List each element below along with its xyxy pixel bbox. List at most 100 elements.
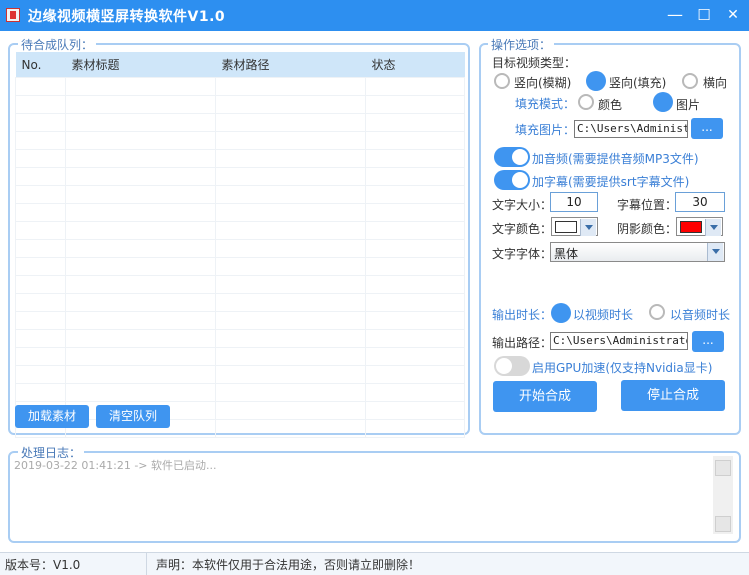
add-audio-toggle[interactable] bbox=[494, 147, 530, 167]
radio-video-duration[interactable] bbox=[551, 303, 571, 323]
title-bar: 边缘视频横竖屏转换软件V1.0 — ☐ ✕ bbox=[0, 0, 749, 31]
queue-empty-cell bbox=[15, 77, 66, 96]
column-header-title[interactable]: 素材标题 bbox=[65, 52, 216, 78]
radio-vertical-blur[interactable] bbox=[494, 73, 510, 89]
radio-vertical-blur-label[interactable]: 竖向(模糊) bbox=[514, 74, 571, 91]
queue-empty-row bbox=[15, 149, 465, 168]
start-compose-button[interactable]: 开始合成 bbox=[493, 381, 597, 412]
options-group-label: 操作选项： bbox=[488, 36, 555, 53]
queue-empty-cell bbox=[215, 257, 366, 276]
queue-empty-cell bbox=[215, 95, 366, 114]
radio-video-duration-label[interactable]: 以视频时长 bbox=[573, 306, 633, 323]
queue-table[interactable]: No. 素材标题 素材路径 状态 bbox=[15, 52, 465, 438]
radio-fill-color[interactable] bbox=[578, 94, 594, 110]
queue-empty-cell bbox=[15, 185, 66, 204]
text-color-label: 文字颜色： bbox=[492, 222, 553, 236]
queue-empty-cell bbox=[65, 131, 216, 150]
load-material-button[interactable]: 加载素材 bbox=[15, 405, 89, 428]
queue-empty-cell bbox=[65, 149, 216, 168]
notice-text: 声明：本软件仅用于合法用途，否则请立即删除！ bbox=[156, 558, 421, 572]
queue-empty-cell bbox=[215, 365, 366, 384]
queue-empty-cell bbox=[215, 293, 366, 312]
radio-audio-duration[interactable] bbox=[649, 304, 665, 320]
queue-empty-cell bbox=[15, 311, 66, 330]
gpu-label[interactable]: 启用GPU加速(仅支持Nvidia显卡) bbox=[532, 359, 712, 376]
queue-empty-cell bbox=[215, 167, 366, 186]
queue-empty-cell bbox=[215, 329, 366, 348]
queue-empty-cell bbox=[365, 149, 465, 168]
queue-empty-cell bbox=[65, 293, 216, 312]
fill-mode-label: 填充模式： bbox=[515, 97, 576, 111]
column-header-path[interactable]: 素材路径 bbox=[215, 52, 366, 78]
queue-empty-row bbox=[15, 275, 465, 294]
minimize-button[interactable]: — bbox=[664, 5, 686, 25]
text-color-picker[interactable] bbox=[551, 217, 598, 236]
output-path-input[interactable]: C:\Users\Administrator bbox=[550, 332, 688, 350]
target-type-label: 目标视频类型： bbox=[492, 56, 577, 70]
queue-empty-cell bbox=[15, 239, 66, 258]
maximize-button[interactable]: ☐ bbox=[693, 5, 715, 25]
queue-empty-cell bbox=[215, 347, 366, 366]
queue-empty-cell bbox=[65, 221, 216, 240]
queue-empty-cell bbox=[365, 221, 465, 240]
queue-empty-cell bbox=[65, 77, 216, 96]
subtitle-position-label: 字幕位置： bbox=[617, 198, 678, 212]
queue-empty-cell bbox=[215, 203, 366, 222]
font-select[interactable]: 黑体 bbox=[550, 242, 725, 262]
queue-empty-cell bbox=[65, 203, 216, 222]
radio-vertical-fill[interactable] bbox=[586, 71, 606, 91]
queue-empty-cell bbox=[65, 329, 216, 348]
font-size-input[interactable]: 10 bbox=[550, 192, 598, 212]
queue-empty-row bbox=[15, 293, 465, 312]
scroll-down-icon[interactable] bbox=[715, 516, 731, 532]
queue-empty-cell bbox=[365, 329, 465, 348]
queue-empty-row bbox=[15, 77, 465, 96]
queue-empty-cell bbox=[65, 239, 216, 258]
radio-fill-image[interactable] bbox=[653, 92, 673, 112]
fill-image-label: 填充图片： bbox=[515, 123, 576, 137]
queue-empty-cell bbox=[365, 239, 465, 258]
radio-vertical-fill-label[interactable]: 竖向(填充) bbox=[609, 74, 666, 91]
column-header-status[interactable]: 状态 bbox=[365, 52, 465, 78]
queue-empty-cell bbox=[65, 95, 216, 114]
gpu-toggle[interactable] bbox=[494, 356, 530, 376]
log-entry: 2019-03-22 01:41:21 -> 软件已启动... bbox=[14, 459, 217, 472]
queue-empty-row bbox=[15, 95, 465, 114]
radio-audio-duration-label[interactable]: 以音频时长 bbox=[670, 306, 730, 323]
queue-empty-cell bbox=[65, 167, 216, 186]
queue-empty-cell bbox=[65, 113, 216, 132]
queue-empty-cell bbox=[215, 239, 366, 258]
column-header-no[interactable]: No. bbox=[15, 52, 66, 78]
queue-empty-cell bbox=[15, 365, 66, 384]
shadow-color-picker[interactable] bbox=[676, 217, 723, 236]
fill-image-browse-button[interactable]: ... bbox=[691, 118, 723, 139]
queue-empty-cell bbox=[215, 185, 366, 204]
queue-table-body bbox=[15, 77, 465, 438]
queue-empty-cell bbox=[65, 185, 216, 204]
close-button[interactable]: ✕ bbox=[722, 5, 744, 25]
radio-horizontal-label[interactable]: 横向 bbox=[703, 74, 727, 91]
add-audio-label[interactable]: 加音频(需要提供音频MP3文件) bbox=[532, 150, 699, 167]
radio-fill-image-label[interactable]: 图片 bbox=[676, 96, 700, 113]
radio-fill-color-label[interactable]: 颜色 bbox=[598, 96, 622, 113]
queue-empty-cell bbox=[15, 275, 66, 294]
queue-empty-cell bbox=[365, 167, 465, 186]
queue-empty-row bbox=[15, 167, 465, 186]
queue-empty-cell bbox=[15, 221, 66, 240]
stop-compose-button[interactable]: 停止合成 bbox=[621, 380, 725, 411]
queue-empty-cell bbox=[65, 365, 216, 384]
queue-empty-cell bbox=[15, 131, 66, 150]
fill-image-path-input[interactable]: C:\Users\Administr bbox=[574, 120, 688, 138]
scroll-up-icon[interactable] bbox=[715, 460, 731, 476]
subtitle-position-input[interactable]: 30 bbox=[675, 192, 725, 212]
queue-empty-cell bbox=[15, 203, 66, 222]
add-subtitle-toggle[interactable] bbox=[494, 170, 530, 190]
queue-empty-row bbox=[15, 131, 465, 150]
queue-table-header: No. 素材标题 素材路径 状态 bbox=[15, 52, 465, 78]
log-scrollbar[interactable] bbox=[713, 456, 733, 534]
clear-queue-button[interactable]: 清空队列 bbox=[96, 405, 170, 428]
radio-horizontal[interactable] bbox=[682, 73, 698, 89]
chevron-down-icon bbox=[705, 219, 721, 236]
add-subtitle-label[interactable]: 加字幕(需要提供srt字幕文件) bbox=[532, 173, 689, 190]
output-path-browse-button[interactable]: ... bbox=[692, 331, 724, 352]
